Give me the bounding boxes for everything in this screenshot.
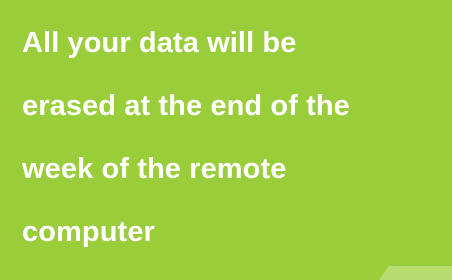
notice-line-1: All your data will be bbox=[22, 27, 297, 59]
data-erasure-notice: All your data will be erased at the end … bbox=[0, 0, 452, 280]
page-fold-corner bbox=[370, 266, 452, 280]
notice-message: All your data will be erased at the end … bbox=[22, 12, 442, 264]
notice-line-3: week of the remote bbox=[22, 153, 287, 185]
notice-line-2: erased at the end of the bbox=[22, 90, 350, 122]
notice-line-4: computer bbox=[22, 216, 155, 248]
